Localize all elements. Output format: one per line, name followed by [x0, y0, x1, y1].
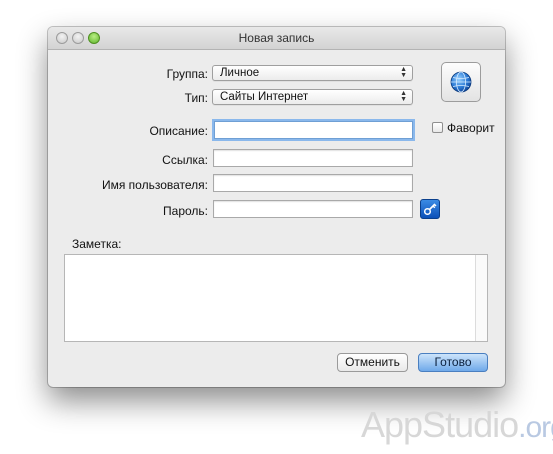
username-label: Имя пользователя:: [101, 178, 208, 192]
watermark: AppStudio.org: [361, 404, 553, 446]
note-scrollbar[interactable]: [475, 255, 487, 341]
favorite-label: Фаворит: [447, 121, 495, 135]
title-bar[interactable]: Новая запись: [48, 27, 505, 50]
note-label: Заметка:: [72, 237, 122, 251]
cancel-button[interactable]: Отменить: [337, 353, 408, 372]
group-popup[interactable]: Личное ▲ ▼: [212, 65, 413, 81]
link-label: Ссылка:: [162, 153, 208, 167]
type-popup-value: Сайты Интернет: [220, 91, 309, 103]
window-title: Новая запись: [238, 31, 315, 45]
new-entry-window: Новая запись Группа: Личное ▲ ▼ Тип: Сайт…: [48, 27, 505, 387]
link-input[interactable]: [213, 149, 413, 167]
globe-icon: [450, 71, 472, 93]
group-popup-value: Личное: [220, 67, 260, 79]
type-label: Тип:: [184, 91, 208, 105]
password-input[interactable]: [213, 200, 413, 218]
group-label: Группа:: [166, 67, 208, 81]
key-icon: [423, 203, 437, 216]
up-down-arrows-icon: ▲ ▼: [400, 90, 407, 103]
up-down-arrows-icon: ▲ ▼: [400, 66, 407, 79]
note-textarea[interactable]: [64, 254, 488, 342]
description-label: Описание:: [149, 124, 208, 138]
password-label: Пароль:: [163, 204, 208, 218]
username-input[interactable]: [213, 174, 413, 192]
watermark-main: AppStudio: [361, 404, 519, 445]
entry-icon-button[interactable]: [441, 62, 481, 102]
favorite-checkbox[interactable]: [432, 122, 443, 133]
done-button[interactable]: Готово: [418, 353, 488, 372]
watermark-suffix: .org: [518, 411, 553, 444]
type-popup[interactable]: Сайты Интернет ▲ ▼: [212, 89, 413, 105]
password-generator-button[interactable]: [420, 199, 440, 219]
description-input[interactable]: [214, 121, 413, 139]
